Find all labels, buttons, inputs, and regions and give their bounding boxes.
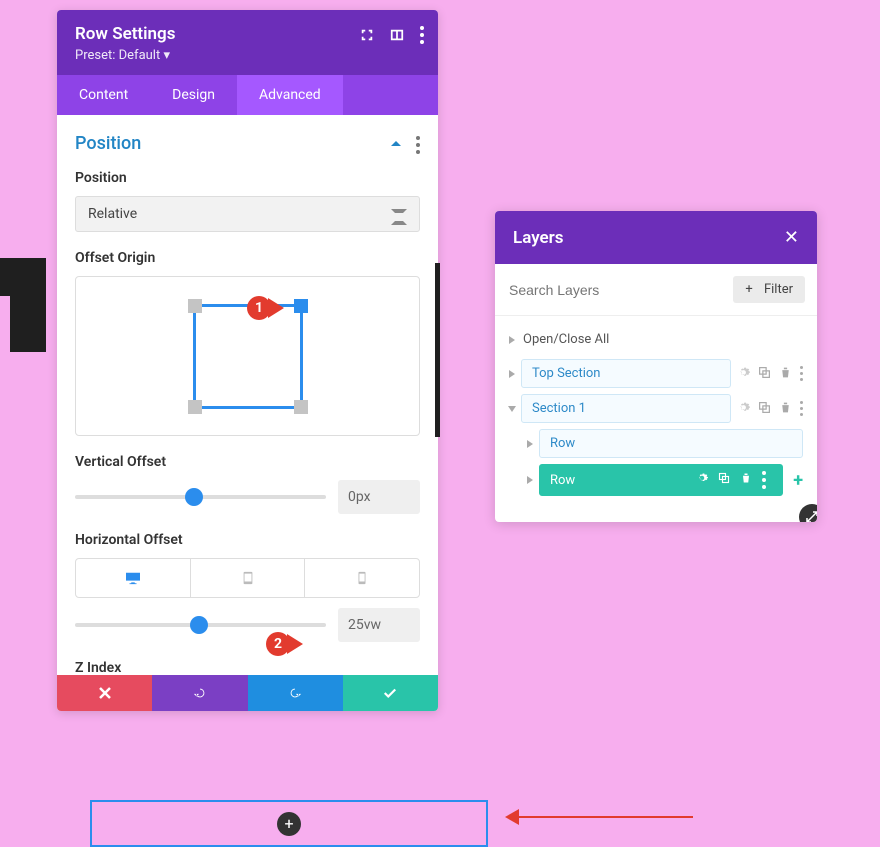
collapse-icon[interactable]	[390, 135, 402, 154]
device-phone[interactable]	[305, 559, 419, 597]
row-settings-panel: Row Settings Preset: Default Content Des…	[57, 10, 438, 711]
toggle-all[interactable]: Open/Close All	[509, 326, 803, 359]
chevron-down-icon[interactable]	[508, 406, 516, 412]
annotation-marker-2: 2	[266, 632, 303, 656]
overflow-menu-icon[interactable]	[420, 26, 424, 44]
settings-tabs: Content Design Advanced	[57, 75, 438, 115]
gear-icon[interactable]	[737, 364, 750, 383]
search-input[interactable]	[507, 281, 725, 299]
tab-advanced[interactable]: Advanced	[237, 75, 343, 115]
vertical-offset-value[interactable]: 0px	[338, 480, 420, 514]
tab-design[interactable]: Design	[150, 75, 237, 115]
undo-button[interactable]	[152, 675, 247, 711]
layers-title: Layers	[513, 228, 564, 248]
gear-icon[interactable]	[696, 472, 708, 488]
save-button[interactable]	[343, 675, 438, 711]
filter-button[interactable]: + Filter	[733, 276, 805, 303]
trash-icon[interactable]	[740, 472, 752, 488]
origin-handle-top-right[interactable]	[294, 299, 308, 313]
origin-handle-bottom-right[interactable]	[294, 400, 308, 414]
device-desktop[interactable]	[76, 559, 191, 597]
preset-selector[interactable]: Preset: Default	[75, 48, 420, 63]
horizontal-offset-label: Horizontal Offset	[75, 532, 420, 548]
background-decoration	[0, 258, 46, 296]
duplicate-icon[interactable]	[758, 364, 771, 383]
layer-row-row-1[interactable]: Row	[527, 429, 803, 458]
horizontal-offset-slider[interactable]	[75, 623, 326, 627]
layer-row-top-section[interactable]: Top Section	[509, 359, 803, 388]
layers-panel: Layers ✕ + Filter Open/Close All Top Sec…	[495, 211, 817, 522]
vertical-offset-label: Vertical Offset	[75, 454, 420, 470]
annotation-marker-1: 1	[247, 296, 284, 320]
position-label: Position	[75, 170, 420, 186]
panel-body: Position Position Relative Offset Origin…	[57, 115, 438, 675]
chevron-right-icon[interactable]	[509, 370, 515, 378]
origin-handle-top-left[interactable]	[188, 299, 202, 313]
duplicate-icon[interactable]	[758, 399, 771, 418]
layer-row-row-2[interactable]: Row +	[527, 464, 803, 496]
layers-header: Layers ✕	[495, 211, 817, 264]
chevron-right-icon	[509, 336, 515, 344]
tab-content[interactable]: Content	[57, 75, 150, 115]
focus-icon[interactable]	[360, 28, 374, 42]
device-tablet[interactable]	[191, 559, 306, 597]
section-menu-icon[interactable]	[416, 136, 420, 154]
close-icon[interactable]: ✕	[784, 227, 799, 248]
duplicate-icon[interactable]	[718, 472, 730, 488]
trash-icon[interactable]	[779, 399, 792, 418]
zindex-label: Z Index	[75, 660, 420, 675]
add-section-button[interactable]: +	[277, 812, 301, 836]
trash-icon[interactable]	[779, 364, 792, 383]
columns-icon[interactable]	[390, 28, 404, 42]
panel-footer	[57, 675, 438, 711]
vertical-offset-slider[interactable]	[75, 495, 326, 499]
panel-scrollbar[interactable]	[435, 263, 440, 437]
panel-header: Row Settings Preset: Default	[57, 10, 438, 75]
responsive-device-tabs	[75, 558, 420, 598]
horizontal-offset-value[interactable]: 25vw	[338, 608, 420, 642]
overflow-menu-icon[interactable]	[762, 471, 766, 489]
add-row-button[interactable]: +	[793, 470, 803, 491]
section-title-position[interactable]: Position	[75, 133, 420, 154]
cancel-button[interactable]	[57, 675, 152, 711]
redo-button[interactable]	[248, 675, 343, 711]
chevron-right-icon[interactable]	[527, 440, 533, 448]
add-section-zone[interactable]: +	[90, 800, 488, 847]
layers-search-bar: + Filter	[495, 264, 817, 316]
annotation-arrow	[505, 813, 693, 821]
overflow-menu-icon[interactable]	[800, 401, 803, 416]
origin-handle-bottom-left[interactable]	[188, 400, 202, 414]
layer-row-section-1[interactable]: Section 1	[509, 394, 803, 423]
position-select[interactable]: Relative	[75, 196, 420, 232]
overflow-menu-icon[interactable]	[800, 366, 803, 381]
gear-icon[interactable]	[737, 399, 750, 418]
chevron-right-icon[interactable]	[527, 476, 533, 484]
layers-list: Open/Close All Top Section Section 1	[495, 316, 817, 522]
offset-origin-label: Offset Origin	[75, 250, 420, 266]
